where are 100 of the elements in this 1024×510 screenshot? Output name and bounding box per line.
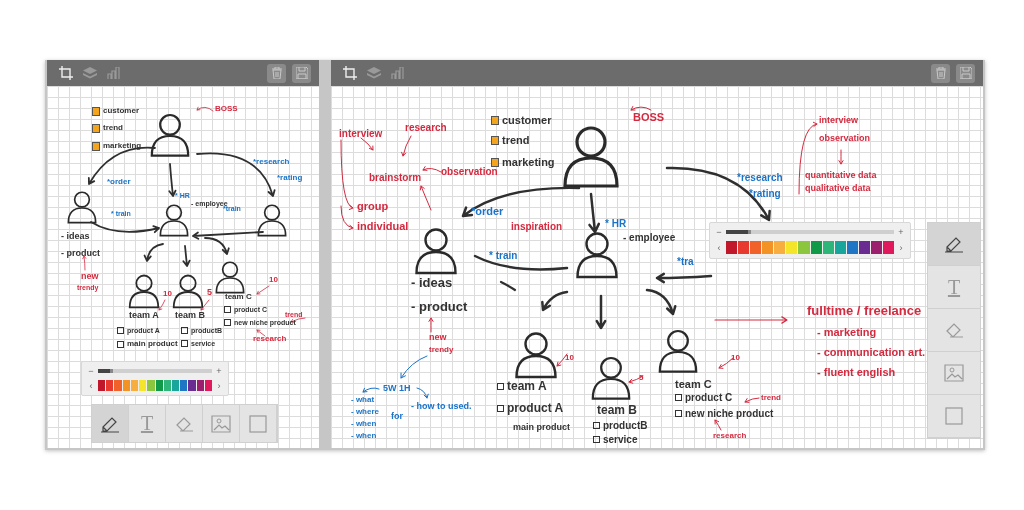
color-swatch[interactable] — [846, 241, 858, 254]
color-swatch[interactable] — [122, 380, 130, 391]
handwritten-note: *rating — [749, 188, 781, 199]
trash-icon — [271, 67, 282, 79]
handwritten-note: interview — [819, 116, 858, 126]
color-swatch[interactable] — [786, 241, 798, 254]
color-swatch[interactable] — [204, 380, 213, 391]
crop-icon[interactable] — [343, 66, 357, 80]
handwritten-note: * train — [489, 250, 518, 261]
handwritten-note: research — [253, 335, 287, 344]
minus-label[interactable]: − — [716, 227, 722, 237]
next-label[interactable]: › — [898, 242, 904, 253]
color-swatch[interactable] — [822, 241, 834, 254]
handwritten-note: productB — [603, 420, 648, 431]
handwritten-note: - fluent english — [817, 366, 896, 379]
person-icon — [576, 232, 618, 279]
color-swatch[interactable] — [180, 380, 188, 391]
color-swatch[interactable] — [810, 241, 822, 254]
previous-label[interactable]: ‹ — [716, 242, 722, 253]
plus-label[interactable]: + — [216, 366, 222, 376]
handwritten-note: new niche product — [685, 408, 774, 419]
save-button[interactable] — [292, 63, 311, 83]
person-icon — [128, 274, 160, 309]
color-swatch[interactable] — [738, 241, 750, 254]
color-swatch[interactable] — [171, 380, 180, 391]
save-button[interactable] — [956, 63, 975, 83]
handwritten-note: observation — [441, 166, 498, 177]
color-swatch[interactable] — [163, 380, 171, 391]
handwritten-note: research — [713, 432, 747, 441]
handwritten-note: product A — [507, 402, 564, 416]
handwritten-note: *research — [253, 158, 290, 167]
next-label[interactable]: › — [216, 380, 222, 391]
color-swatch[interactable] — [774, 241, 786, 254]
color-swatch[interactable] — [858, 241, 870, 254]
color-swatch[interactable] — [147, 380, 155, 391]
grid-canvas[interactable] — [47, 86, 319, 448]
person-icon — [563, 126, 619, 188]
pen-tool-button[interactable] — [92, 405, 129, 442]
color-swatch[interactable] — [750, 241, 762, 254]
checkbox-icon — [675, 410, 682, 417]
color-swatch[interactable] — [155, 380, 163, 391]
crop-icon[interactable] — [59, 66, 73, 80]
image-icon — [944, 364, 964, 382]
trash-button[interactable] — [931, 63, 950, 83]
handwritten-note: customer — [103, 107, 139, 116]
layers-icon[interactable] — [83, 67, 97, 79]
person-icon — [159, 204, 189, 237]
color-swatch[interactable] — [798, 241, 810, 254]
bar-chart-icon[interactable] — [107, 67, 120, 79]
person-icon — [257, 204, 287, 237]
handwritten-note: 10 — [163, 290, 172, 299]
color-swatch[interactable] — [870, 241, 882, 254]
color-swatch[interactable] — [139, 380, 147, 391]
color-swatch[interactable] — [114, 380, 122, 391]
handwritten-note: customer — [502, 114, 552, 127]
person-icon — [658, 329, 698, 373]
plus-label[interactable]: + — [898, 227, 904, 237]
size-slider[interactable] — [98, 369, 212, 373]
save-icon — [959, 67, 972, 79]
color-swatch[interactable] — [98, 380, 106, 391]
size-slider[interactable] — [726, 230, 894, 234]
handwritten-note: main product — [513, 423, 570, 433]
handwritten-note: - when — [351, 432, 377, 441]
color-swatch[interactable] — [196, 380, 204, 391]
color-swatch[interactable] — [883, 241, 895, 254]
grid-canvas[interactable] — [331, 86, 983, 448]
square-icon — [249, 414, 267, 433]
handwritten-note: 10 — [565, 354, 574, 363]
handwritten-note: - employee — [623, 232, 676, 243]
handwritten-note: fulltime / freelance — [807, 304, 922, 319]
previous-label[interactable]: ‹ — [88, 380, 94, 391]
color-swatch[interactable] — [130, 380, 139, 391]
minus-label[interactable]: − — [88, 366, 94, 376]
handwritten-note: - ideas — [411, 276, 453, 291]
checkbox-icon — [181, 340, 188, 348]
handwritten-note: trendy — [429, 346, 454, 355]
handwritten-note: brainstorm — [369, 172, 422, 183]
handwritten-note: trend — [761, 394, 781, 403]
handwritten-note: team A — [129, 311, 159, 321]
handwritten-note: * HR — [605, 218, 627, 229]
handwritten-note: *order — [471, 205, 504, 218]
handwritten-note: 5 — [639, 374, 644, 383]
checkbox-icon — [181, 327, 188, 335]
layers-icon[interactable] — [367, 67, 381, 79]
color-swatch[interactable] — [762, 241, 774, 254]
trash-button[interactable] — [267, 63, 286, 83]
trash-icon — [935, 67, 946, 79]
handwritten-note: observation — [819, 134, 870, 144]
handwritten-note: BOSS — [215, 105, 238, 114]
handwritten-note: marketing — [502, 156, 555, 169]
color-swatch[interactable] — [106, 380, 114, 391]
person-icon — [150, 113, 190, 157]
color-swatch[interactable] — [726, 241, 738, 254]
bar-chart-icon[interactable] — [391, 67, 404, 79]
color-swatch[interactable] — [834, 241, 846, 254]
handwritten-note: - product — [61, 249, 100, 259]
handwritten-note: group — [357, 200, 389, 213]
save-icon — [295, 67, 308, 79]
handwritten-note: new — [81, 272, 99, 282]
color-swatch[interactable] — [188, 380, 196, 391]
